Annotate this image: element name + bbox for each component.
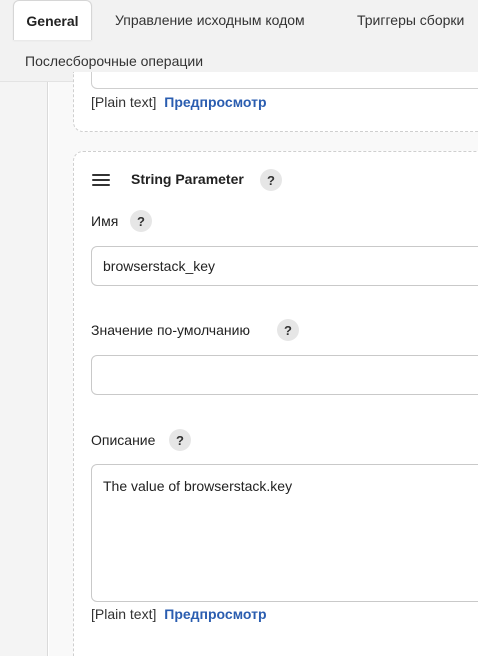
name-input[interactable]: browserstack_key (91, 246, 478, 286)
default-value-label: Значение по-умолчанию (91, 322, 250, 338)
help-icon[interactable]: ? (169, 429, 191, 451)
name-label: Имя (91, 213, 119, 229)
preview-link[interactable]: Предпросмотр (164, 94, 266, 110)
previous-format-hint: [Plain text] Предпросмотр (91, 94, 267, 110)
tab-build-triggers[interactable]: Триггеры сборки (357, 12, 464, 28)
default-value-input[interactable] (91, 355, 478, 395)
left-gutter (0, 82, 48, 656)
help-icon[interactable]: ? (260, 169, 282, 191)
help-icon[interactable]: ? (130, 210, 152, 232)
tab-source-code-management[interactable]: Управление исходным кодом (115, 12, 305, 28)
job-config-page: General Управление исходным кодом Тригге… (0, 0, 478, 656)
plain-text-label: [Plain text] (91, 606, 157, 622)
description-format-hint: [Plain text] Предпросмотр (91, 606, 267, 622)
tab-post-build-actions[interactable]: Послесборочные операции (25, 53, 203, 69)
previous-description-textarea[interactable] (91, 72, 478, 89)
config-tabs: General Управление исходным кодом Тригге… (0, 0, 478, 82)
preview-link[interactable]: Предпросмотр (164, 606, 266, 622)
parameter-title: String Parameter (131, 171, 244, 187)
tab-general[interactable]: General (13, 0, 92, 40)
description-label: Описание (91, 432, 156, 448)
help-icon[interactable]: ? (277, 319, 299, 341)
drag-handle-icon[interactable] (92, 174, 110, 186)
description-textarea[interactable]: The value of browserstack.key (91, 464, 478, 602)
plain-text-label: [Plain text] (91, 94, 157, 110)
